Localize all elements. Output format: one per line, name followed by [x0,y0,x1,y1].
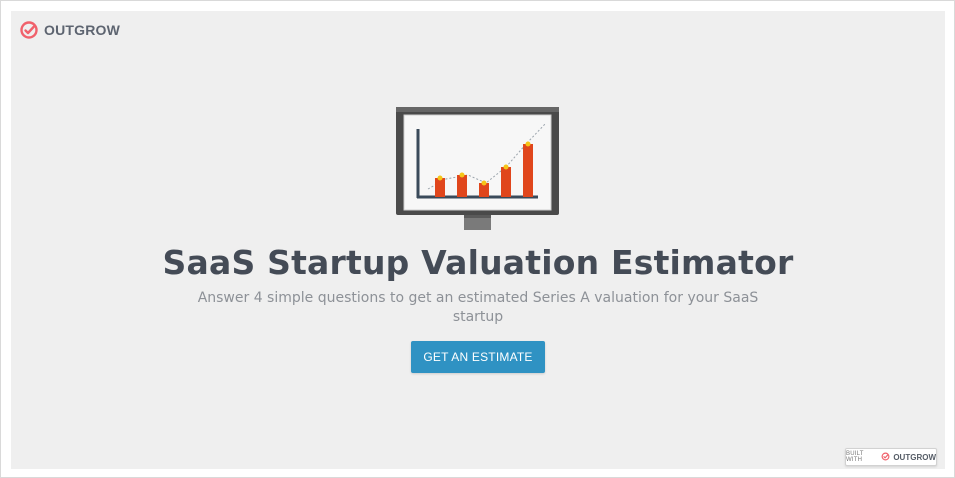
main-panel: OUTGROW SaaS Startup Valuation Estimator… [11,11,945,469]
page-subtitle: Answer 4 simple questions to get an esti… [197,290,759,325]
bar-chart-monitor-icon [396,107,560,233]
built-with-label: BUILT WITH [846,451,864,463]
outgrow-badge-icon [881,448,890,466]
outgrow-logo[interactable]: OUTGROW [19,20,120,40]
logo-text: OUTGROW [44,22,121,38]
page-frame: OUTGROW SaaS Startup Valuation Estimator… [0,0,955,478]
page-title: SaaS Startup Valuation Estimator [162,243,794,282]
get-estimate-button[interactable]: GET AN ESTIMATE [411,341,545,373]
outgrow-logo-icon [19,20,39,40]
built-with-brand: OUTGROW [893,452,936,462]
built-with-outgrow-badge[interactable]: BUILT WITH OUTGROW [845,448,937,466]
